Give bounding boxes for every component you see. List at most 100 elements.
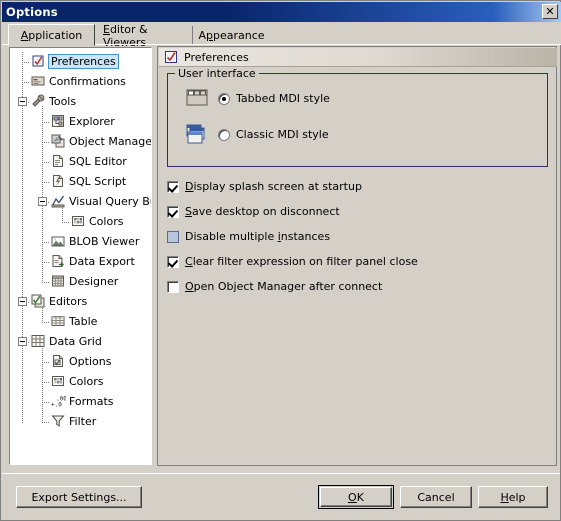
tree-item-blob-viewer[interactable]: BLOB Viewer — [50, 232, 139, 250]
tree-guide-line — [22, 62, 30, 63]
checkbox-open-object-manager-box[interactable] — [167, 280, 179, 293]
tabbed-mdi-icon — [186, 89, 208, 107]
tree-item-visual-query-builder[interactable]: Visual Query Builder — [50, 192, 151, 210]
tree-item-table[interactable]: Table — [50, 312, 97, 330]
tree-item-sql-script[interactable]: SQL Script — [50, 172, 126, 190]
radio-classic-mdi-label: Classic MDI style — [236, 128, 329, 141]
tab-appearance[interactable]: Appearance — [194, 26, 269, 45]
checkbox-display-splash-box[interactable] — [167, 180, 179, 193]
tree-item-label: Data Export — [69, 254, 135, 268]
tree-item-label: Confirmations — [49, 74, 126, 88]
object-manager-icon — [50, 133, 66, 149]
filter-icon — [50, 413, 66, 429]
window-title: Options — [6, 5, 58, 19]
tree-item-label: SQL Editor — [69, 154, 127, 168]
tree-item-tools[interactable]: Tools — [30, 92, 76, 110]
tree-guide-line — [42, 402, 50, 403]
tree-item-object-manager[interactable]: Object Manager — [50, 132, 152, 150]
tree-item-designer[interactable]: Designer — [50, 272, 118, 290]
visual-query-builder-icon — [50, 193, 66, 209]
tree-item-explorer[interactable]: Explorer — [50, 112, 115, 130]
tab-editor-viewers[interactable]: Editor & Viewers — [96, 23, 193, 49]
tree-expander[interactable] — [18, 97, 27, 106]
explorer-icon — [50, 113, 66, 129]
checkbox-save-desktop-label: Save desktop on disconnect — [185, 205, 340, 218]
checkbox-display-splash-label: Display splash screen at startup — [185, 180, 362, 193]
checkbox-open-object-manager-label: Open Object Manager after connect — [185, 280, 383, 293]
tree-item-data-grid[interactable]: Data Grid — [30, 332, 102, 350]
checkbox-save-desktop-box[interactable] — [167, 205, 179, 218]
options-dialog: Options ✕ Application Editor & Viewers A… — [0, 0, 561, 521]
preferences-icon — [163, 49, 179, 65]
tree-item-label: BLOB Viewer — [69, 234, 140, 248]
radio-tabbed-mdi-label: Tabbed MDI style — [236, 92, 330, 105]
tree-item-label: Formats — [69, 394, 114, 408]
tree-expander[interactable] — [18, 297, 27, 306]
tree-item-data-export[interactable]: Data Export — [50, 252, 135, 270]
checkbox-display-splash[interactable]: Display splash screen at startup — [167, 180, 362, 193]
sql-editor-icon — [50, 153, 66, 169]
checkbox-clear-filter-expression-label: Clear filter expression on filter panel … — [185, 255, 418, 268]
close-button[interactable]: ✕ — [542, 4, 558, 19]
tree-expander[interactable] — [38, 197, 47, 206]
confirmations-icon — [30, 73, 46, 89]
tree-guide-line — [22, 52, 23, 424]
tree-expander[interactable] — [18, 337, 27, 346]
colors-icon — [50, 373, 66, 389]
tree-item-sql-editor[interactable]: SQL Editor — [50, 152, 127, 170]
radio-classic-mdi[interactable]: Classic MDI style — [218, 128, 329, 141]
tree-guide-line — [42, 162, 50, 163]
tree-item-label: Filter — [69, 414, 97, 428]
button-bar: Export Settings... OK Cancel Help — [2, 473, 560, 521]
help-button[interactable]: Help — [478, 486, 548, 508]
tools-icon — [30, 93, 46, 109]
panel-header: Preferences — [159, 48, 557, 67]
tree-item-label: Visual Query Builder — [69, 194, 151, 208]
tree-guide-line — [62, 222, 70, 223]
export-settings-label: Export Settings... — [31, 490, 127, 504]
checkbox-clear-filter-expression-box[interactable] — [167, 255, 179, 268]
close-icon: ✕ — [545, 5, 555, 18]
tab-application[interactable]: Application — [8, 24, 95, 46]
radio-tabbed-mdi[interactable]: Tabbed MDI style — [218, 92, 330, 105]
tree-item-options[interactable]: Options — [50, 352, 111, 370]
radio-tabbed-mdi-button[interactable] — [218, 92, 230, 105]
tree-item-label: Editors — [49, 294, 88, 308]
tree-item-preferences[interactable]: Preferences — [30, 52, 119, 70]
tree-item-label: Designer — [69, 274, 119, 288]
checkbox-disable-multiple-instances-box[interactable] — [167, 230, 179, 243]
settings-tree[interactable]: Preferences Confirmations Tools Explorer Obj… — [9, 47, 152, 465]
tree-item-label: Colors — [69, 374, 104, 388]
tree-guide-line — [42, 142, 50, 143]
tab-strip: Application Editor & Viewers Appearance — [2, 22, 561, 49]
table-icon — [50, 313, 66, 329]
title-bar: Options ✕ — [2, 2, 561, 22]
help-label: Help — [500, 490, 526, 504]
cancel-button[interactable]: Cancel — [400, 486, 472, 508]
export-settings-button[interactable]: Export Settings... — [16, 486, 142, 508]
tree-item-filter[interactable]: Filter — [50, 412, 96, 430]
tree-item-confirmations[interactable]: Confirmations — [30, 72, 126, 90]
checkbox-open-object-manager[interactable]: Open Object Manager after connect — [167, 280, 382, 293]
radio-classic-mdi-button[interactable] — [218, 128, 230, 141]
tree-item-label: Object Manager — [69, 134, 152, 148]
panel-title: Preferences — [184, 50, 249, 64]
tab-appearance-label: Appearance — [198, 29, 265, 42]
tree-item-colors[interactable]: Colors — [70, 212, 123, 230]
tree-guide-line — [42, 322, 50, 323]
tree-guide-line — [42, 362, 50, 363]
tree-guide-line — [42, 122, 50, 123]
checkbox-save-desktop[interactable]: Save desktop on disconnect — [167, 205, 340, 218]
ok-button[interactable]: OK — [318, 485, 394, 509]
tree-item-label: Explorer — [69, 114, 115, 128]
tree-guide-line — [42, 242, 50, 243]
tree-item-editors[interactable]: Editors — [30, 292, 87, 310]
checkbox-clear-filter-expression[interactable]: Clear filter expression on filter panel … — [167, 255, 418, 268]
options-icon — [50, 353, 66, 369]
tree-item-colors[interactable]: Colors — [50, 372, 103, 390]
checkbox-disable-multiple-instances[interactable]: Disable multiple instances — [167, 230, 330, 243]
preferences-panel: Preferences User interface Tabbed MDI st… — [157, 46, 557, 466]
tree-item-formats[interactable]: .00 +.0 Formats — [50, 392, 114, 410]
ok-label: OK — [348, 490, 364, 504]
tree-guide-line — [42, 106, 43, 282]
